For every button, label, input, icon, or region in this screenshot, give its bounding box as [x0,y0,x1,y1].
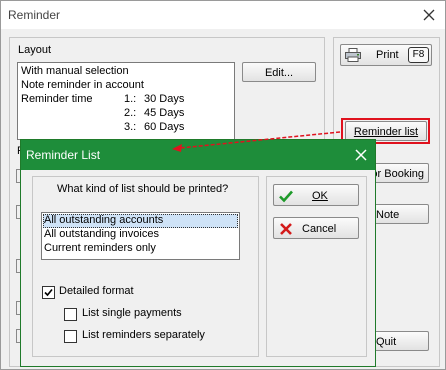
callout-arrow [172,131,341,152]
